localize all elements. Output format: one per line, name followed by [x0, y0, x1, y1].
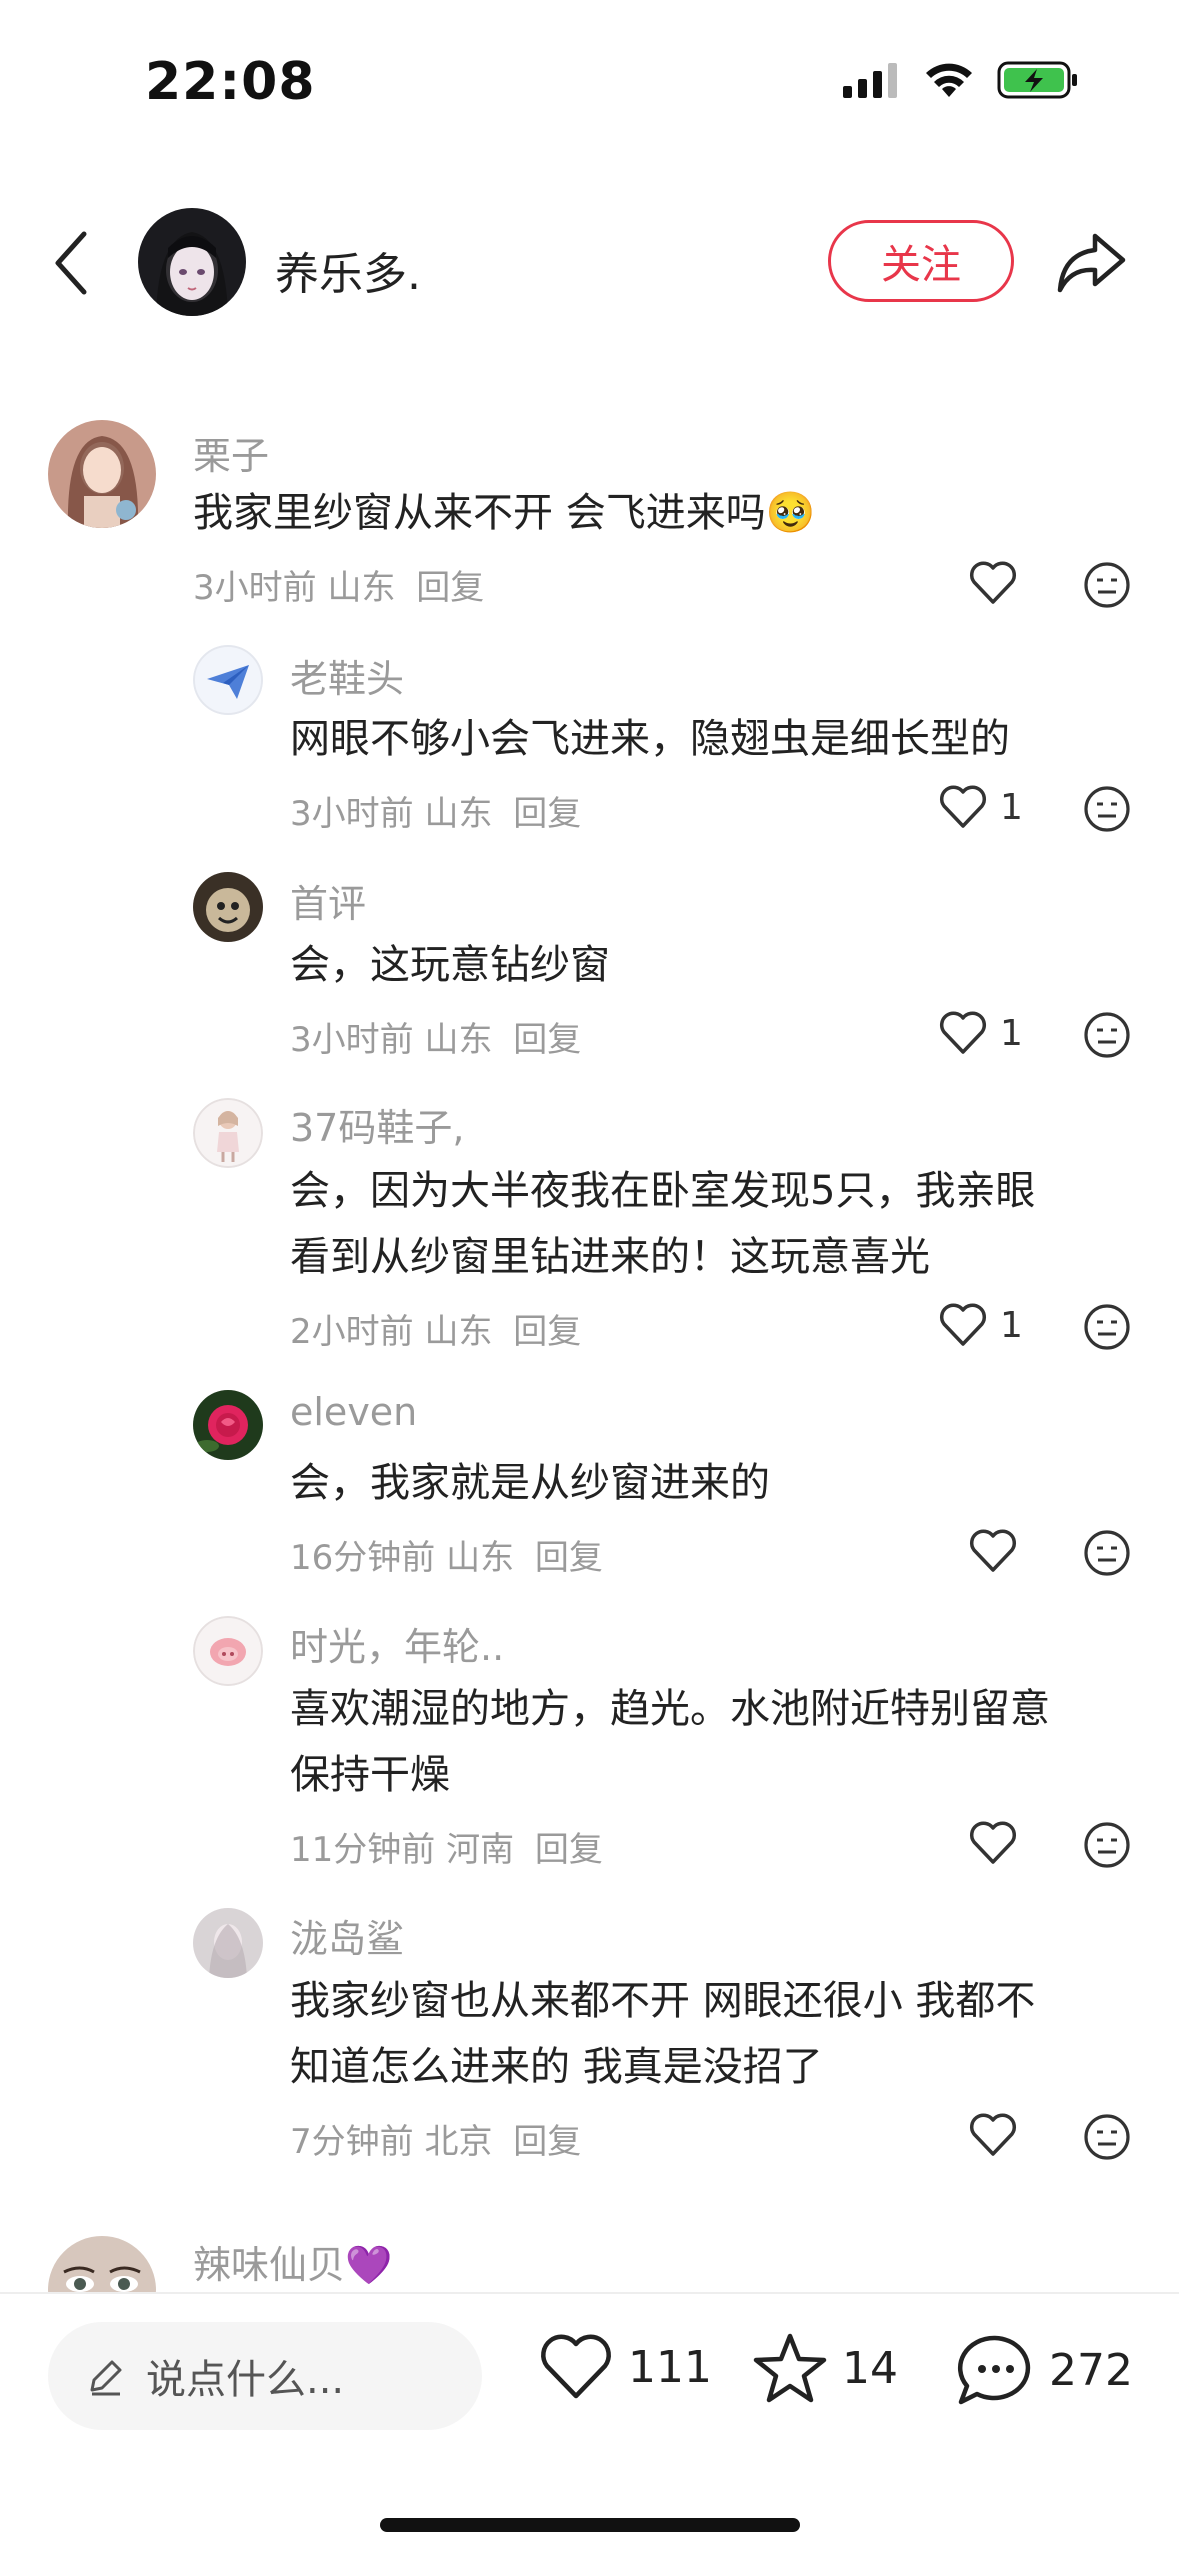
share-icon[interactable]: [1055, 230, 1127, 296]
dislike-face-icon[interactable]: [1082, 1010, 1132, 1060]
heart-icon: [939, 785, 987, 828]
comment-text: 网眼不够小会飞进来，隐翅虫是细长型的: [290, 716, 1010, 762]
reply-button[interactable]: 回复: [513, 1312, 581, 1352]
comment-time-location: 3小时前 山东: [193, 568, 396, 608]
home-indicator: [380, 2518, 800, 2532]
heart-icon: [969, 1529, 1017, 1572]
comment-avatar[interactable]: [193, 1098, 263, 1168]
comment-avatar[interactable]: [193, 872, 263, 942]
comment-text-line-2: 看到从纱窗里钻进来的！这玩意喜光: [290, 1234, 930, 1280]
like-count: 1: [1000, 1304, 1023, 1346]
heart-icon: [969, 2113, 1017, 2156]
comment-input-placeholder: 说点什么...: [146, 2357, 345, 2403]
star-icon: [753, 2333, 827, 2403]
post-comment-button[interactable]: 272: [955, 2332, 1133, 2408]
author-name[interactable]: 养乐多.: [275, 238, 421, 302]
reply-button[interactable]: 回复: [416, 568, 484, 608]
comment-author[interactable]: 辣味仙贝💜: [193, 2234, 392, 2289]
post-favorite-button[interactable]: 14: [752, 2332, 898, 2404]
battery-charging-icon: [997, 61, 1077, 99]
status-icons: [843, 60, 1079, 100]
post-like-count: 111: [628, 2341, 712, 2393]
dislike-face-icon[interactable]: [1082, 1820, 1132, 1870]
comment-text: 喜欢潮湿的地方，趋光。水池附近特别留意: [290, 1686, 1050, 1732]
post-comment-count: 272: [1049, 2344, 1133, 2396]
heart-icon: [541, 2334, 611, 2399]
dislike-face-icon[interactable]: [1082, 1302, 1132, 1352]
post-header: 养乐多. 关注: [0, 190, 1179, 330]
comment-author[interactable]: 首评: [290, 873, 366, 928]
comment-time-location: 11分钟前 河南: [290, 1830, 515, 1870]
dislike-face-icon[interactable]: [1082, 560, 1132, 610]
heart-icon: [939, 1011, 987, 1054]
comment-author[interactable]: 37码鞋子,: [290, 1097, 464, 1152]
reply-button[interactable]: 回复: [513, 2122, 581, 2162]
dislike-face-icon[interactable]: [1082, 784, 1132, 834]
comment-text-line-2: 知道怎么进来的 我真是没招了: [290, 2044, 823, 2090]
reply-button[interactable]: 回复: [535, 1830, 603, 1870]
comment-meta: 16分钟前 山东 回复: [290, 1530, 603, 1579]
comment-author[interactable]: 时光，年轮..: [290, 1616, 504, 1671]
comment-meta: 2小时前 山东 回复: [290, 1304, 581, 1353]
comment-avatar[interactable]: [193, 1390, 263, 1460]
cellular-signal-icon: [843, 63, 897, 98]
comment-author[interactable]: 泷岛鲨: [290, 1908, 404, 1963]
comment-like-button[interactable]: [968, 2112, 1018, 2158]
comment-like-button[interactable]: 1: [938, 1302, 1023, 1348]
comment-author[interactable]: 老鞋头: [290, 648, 404, 703]
reply-button[interactable]: 回复: [513, 1020, 581, 1060]
comment-time-location: 7分钟前 北京: [290, 2122, 493, 2162]
comment-author[interactable]: 栗子: [193, 425, 269, 480]
comment-meta: 11分钟前 河南 回复: [290, 1822, 603, 1871]
comment-like-button[interactable]: [968, 1820, 1018, 1866]
comment-author[interactable]: eleven: [290, 1390, 417, 1434]
status-time: 22:08: [145, 52, 316, 112]
pencil-icon: [90, 2360, 122, 2396]
wifi-icon: [926, 63, 972, 97]
comment-meta: 7分钟前 北京 回复: [290, 2114, 581, 2163]
like-count: 1: [1000, 786, 1023, 828]
comment-time-location: 2小时前 山东: [290, 1312, 493, 1352]
comment-like-button[interactable]: 1: [938, 1010, 1023, 1056]
post-like-button[interactable]: 111: [538, 2332, 712, 2402]
comment-avatar[interactable]: [48, 420, 156, 528]
comment-like-button[interactable]: [968, 1528, 1018, 1574]
comment-text: 我家纱窗也从来都不开 网眼还很小 我都不: [290, 1978, 1036, 2024]
comment-time-location: 16分钟前 山东: [290, 1538, 515, 1578]
comment-avatar[interactable]: [193, 1616, 263, 1686]
reply-button[interactable]: 回复: [535, 1538, 603, 1578]
bottom-action-bar: 说点什么... 111 14 272: [0, 2292, 1179, 2558]
comment-meta: 3小时前 山东 回复: [290, 1012, 581, 1061]
author-avatar[interactable]: [138, 208, 246, 316]
back-arrow-icon[interactable]: [48, 228, 98, 298]
dislike-face-icon[interactable]: [1082, 2112, 1132, 2162]
comment-avatar[interactable]: [193, 645, 263, 715]
comment-text: 我家里纱窗从来不开 会飞进来吗🥹: [193, 490, 816, 536]
status-bar: 22:08: [0, 0, 1179, 170]
comment-text: 会，这玩意钻纱窗: [290, 942, 610, 988]
post-favorite-count: 14: [842, 2342, 898, 2394]
heart-icon: [969, 1821, 1017, 1864]
comment-avatar[interactable]: [193, 1908, 263, 1978]
follow-button[interactable]: 关注: [828, 220, 1014, 302]
heart-icon: [939, 1303, 987, 1346]
comment-like-button[interactable]: 1: [938, 784, 1023, 830]
heart-icon: [969, 561, 1017, 604]
comment-meta: 3小时前 山东 回复: [193, 560, 484, 609]
comment-text-line-2: 保持干燥: [290, 1752, 450, 1798]
comment-input[interactable]: 说点什么...: [48, 2322, 482, 2430]
comment-text: 会，因为大半夜我在卧室发现5只，我亲眼: [290, 1168, 1036, 1214]
comment-time-location: 3小时前 山东: [290, 1020, 493, 1060]
comment-meta: 3小时前 山东 回复: [290, 786, 581, 835]
reply-button[interactable]: 回复: [513, 794, 581, 834]
like-count: 1: [1000, 1012, 1023, 1054]
comment-like-button[interactable]: [968, 560, 1018, 606]
comment-text: 会，我家就是从纱窗进来的: [290, 1460, 770, 1506]
comment-time-location: 3小时前 山东: [290, 794, 493, 834]
dislike-face-icon[interactable]: [1082, 1528, 1132, 1578]
comment-bubble-icon: [957, 2335, 1031, 2405]
